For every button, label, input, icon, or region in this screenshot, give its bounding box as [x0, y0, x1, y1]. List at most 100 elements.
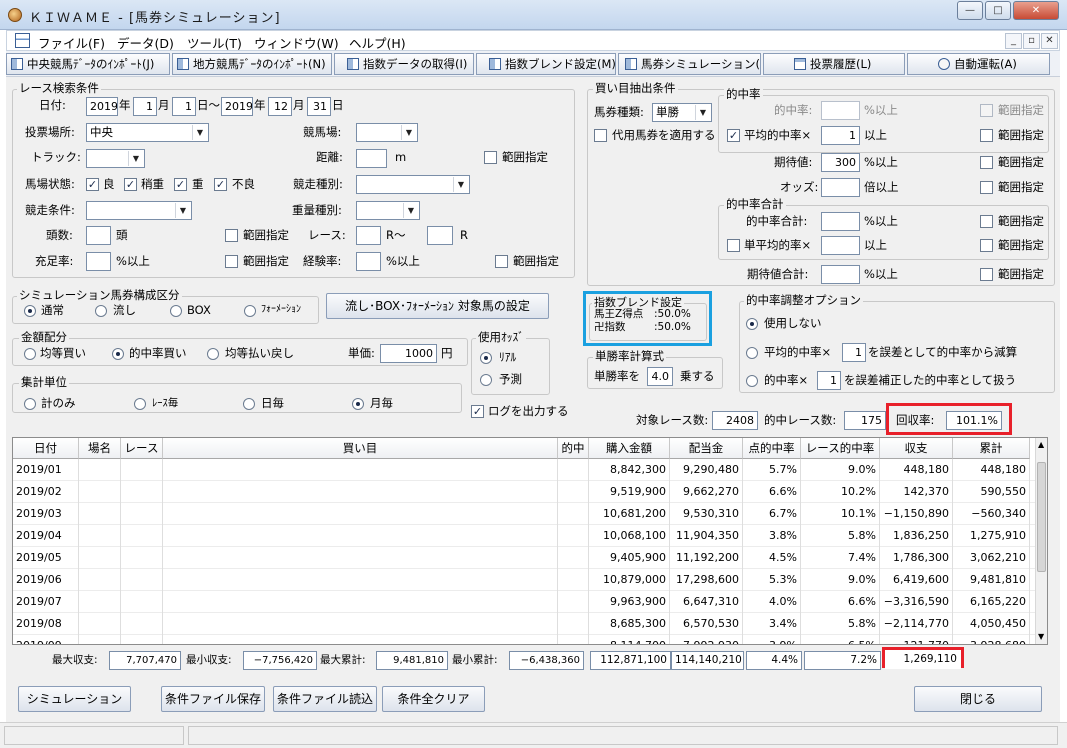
- table-row[interactable]: 2019/03 10,681,200 9,530,310 6.7% 10.1% −1,15…: [13, 503, 1037, 525]
- adjust-radio-none[interactable]: [746, 318, 758, 330]
- betting-sim-button[interactable]: 馬券シミュレーション(B): [618, 53, 761, 75]
- mdi-restore-button[interactable]: ▫: [1023, 33, 1040, 49]
- substitute-checkbox[interactable]: [594, 129, 607, 142]
- maximize-button[interactable]: □: [985, 1, 1011, 20]
- table-row[interactable]: 2019/02 9,519,900 9,662,270 6.6% 10.2% 142,37…: [13, 481, 1037, 503]
- results-table[interactable]: 日付 場名 レース 買い目 的中 購入金額 配当金 点的中率 レース的中率 収支…: [12, 437, 1048, 645]
- exp-input[interactable]: [356, 252, 381, 271]
- menu-help[interactable]: ヘルプ(H): [349, 33, 406, 52]
- import-local-button[interactable]: 地方競馬ﾃﾞｰﾀのｲﾝﾎﾟｰﾄ(N): [172, 53, 332, 75]
- sim-type-radio-box[interactable]: [170, 305, 182, 317]
- aggregate-radio-race[interactable]: [134, 398, 146, 410]
- exp-range-checkbox[interactable]: [495, 255, 508, 268]
- index-blend-button[interactable]: 指数ブレンド設定(M): [476, 53, 616, 75]
- scroll-thumb[interactable]: [1037, 462, 1046, 572]
- single-avg-checkbox[interactable]: [727, 239, 740, 252]
- aggregate-radio-total[interactable]: [24, 398, 36, 410]
- sim-type-radio-formation[interactable]: [244, 305, 256, 317]
- race-from-input[interactable]: [356, 226, 381, 245]
- distance-input[interactable]: [356, 149, 387, 168]
- mdi-window-icon[interactable]: [15, 33, 30, 48]
- target-horse-settings-button[interactable]: 流し･BOX･ﾌｫｰﾒｰｼｮﾝ 対象馬の設定: [326, 293, 549, 319]
- single-calc-input[interactable]: 4.0: [647, 367, 673, 386]
- condition-checkbox-heavy[interactable]: ✓: [174, 178, 187, 191]
- avg-hit-input[interactable]: 1: [821, 126, 860, 145]
- to-month-input[interactable]: 12: [268, 97, 292, 116]
- total-hit-input[interactable]: [821, 212, 860, 231]
- to-day-input[interactable]: 31: [307, 97, 331, 116]
- amount-radio-equal-payout[interactable]: [207, 348, 219, 360]
- col-venue[interactable]: 場名: [79, 438, 121, 459]
- col-bet[interactable]: 買い目: [163, 438, 558, 459]
- heads-input[interactable]: [86, 226, 111, 245]
- load-conditions-button[interactable]: 条件ファイル読込: [273, 686, 377, 712]
- scroll-up-icon[interactable]: ▲: [1038, 440, 1044, 449]
- fill-range-checkbox[interactable]: [225, 255, 238, 268]
- col-payout[interactable]: 配当金: [670, 438, 743, 459]
- expect-input[interactable]: 300: [821, 153, 860, 172]
- unit-price-input[interactable]: 1000: [380, 344, 437, 363]
- col-profit[interactable]: 収支: [880, 438, 953, 459]
- weight-select[interactable]: ▼: [356, 201, 420, 220]
- avg-hit-range-checkbox[interactable]: [980, 129, 993, 142]
- single-avg-range-checkbox[interactable]: [980, 239, 993, 252]
- col-date[interactable]: 日付: [13, 438, 79, 459]
- vote-history-button[interactable]: 投票履歴(L): [763, 53, 905, 75]
- adjust-subtract-input[interactable]: 1: [842, 343, 866, 362]
- mdi-close-button[interactable]: ✕: [1041, 33, 1058, 49]
- col-point-hit[interactable]: 点的中率: [743, 438, 801, 459]
- race-cond-select[interactable]: ▼: [86, 201, 192, 220]
- table-vertical-scrollbar[interactable]: ▲ ▼: [1035, 438, 1047, 644]
- amount-radio-equal[interactable]: [24, 348, 36, 360]
- expect-total-range-checkbox[interactable]: [980, 268, 993, 281]
- menu-file[interactable]: ファイル(F): [38, 33, 105, 52]
- mdi-minimize-button[interactable]: _: [1005, 33, 1022, 49]
- clear-conditions-button[interactable]: 条件全クリア: [382, 686, 485, 712]
- from-month-input[interactable]: 1: [133, 97, 157, 116]
- minimize-button[interactable]: —: [957, 1, 983, 20]
- import-central-button[interactable]: 中央競馬ﾃﾞｰﾀのｲﾝﾎﾟｰﾄ(J): [6, 53, 170, 75]
- log-output-checkbox[interactable]: ✓: [471, 405, 484, 418]
- menu-window[interactable]: ウィンドウ(W): [254, 33, 339, 52]
- menu-data[interactable]: データ(D): [117, 33, 174, 52]
- table-row[interactable]: 2019/05 9,405,900 11,192,200 4.5% 7.4% 1,786,…: [13, 547, 1037, 569]
- table-row[interactable]: 2019/09 8,114,7007,992,9303.9%6.5%−121,77…: [13, 635, 1037, 644]
- to-year-input[interactable]: 2019: [221, 97, 253, 116]
- col-purchase[interactable]: 購入金額: [589, 438, 670, 459]
- expect-range-checkbox[interactable]: [980, 156, 993, 169]
- bet-type-select[interactable]: 単勝 ▼: [652, 103, 712, 122]
- col-hit[interactable]: 的中: [558, 438, 589, 459]
- col-race-hit[interactable]: レース的中率: [801, 438, 880, 459]
- avg-hit-checkbox[interactable]: ✓: [727, 129, 740, 142]
- col-cumulative[interactable]: 累計: [953, 438, 1030, 459]
- scroll-down-icon[interactable]: ▼: [1038, 632, 1044, 641]
- close-window-button[interactable]: ✕: [1013, 1, 1059, 20]
- sim-type-radio-normal[interactable]: [24, 305, 36, 317]
- total-hit-range-checkbox[interactable]: [980, 215, 993, 228]
- sim-type-radio-nagashi[interactable]: [95, 305, 107, 317]
- odds-filter-input[interactable]: [821, 178, 860, 197]
- distance-range-checkbox[interactable]: [484, 151, 497, 164]
- fetch-index-button[interactable]: 指数データの取得(I): [334, 53, 474, 75]
- table-row[interactable]: 2019/06 10,879,000 17,298,600 5.3% 9.0% 6,419…: [13, 569, 1037, 591]
- auto-run-button[interactable]: 自動運転(A): [907, 53, 1050, 75]
- menu-tools[interactable]: ツール(T): [187, 33, 242, 52]
- from-day-input[interactable]: 1: [172, 97, 196, 116]
- single-avg-input[interactable]: [821, 236, 860, 255]
- simulate-button[interactable]: シミュレーション: [18, 686, 131, 712]
- condition-checkbox-good[interactable]: ✓: [86, 178, 99, 191]
- condition-checkbox-bad[interactable]: ✓: [214, 178, 227, 191]
- race-to-input[interactable]: [427, 226, 453, 245]
- fill-input[interactable]: [86, 252, 111, 271]
- heads-range-checkbox[interactable]: [225, 229, 238, 242]
- aggregate-radio-day[interactable]: [243, 398, 255, 410]
- amount-radio-hitrate[interactable]: [112, 348, 124, 360]
- adjust-correct-input[interactable]: 1: [817, 371, 841, 390]
- from-year-input[interactable]: 2019: [86, 97, 118, 116]
- odds-radio-real[interactable]: [480, 352, 492, 364]
- aggregate-radio-month[interactable]: [352, 398, 364, 410]
- table-row[interactable]: 2019/07 9,963,900 6,647,310 4.0% 6.6% −3,316,…: [13, 591, 1037, 613]
- hit-rate-input[interactable]: [821, 101, 860, 120]
- close-button[interactable]: 閉じる: [914, 686, 1042, 712]
- table-row[interactable]: 2019/04 10,068,100 11,904,350 3.8% 5.8% 1,836…: [13, 525, 1037, 547]
